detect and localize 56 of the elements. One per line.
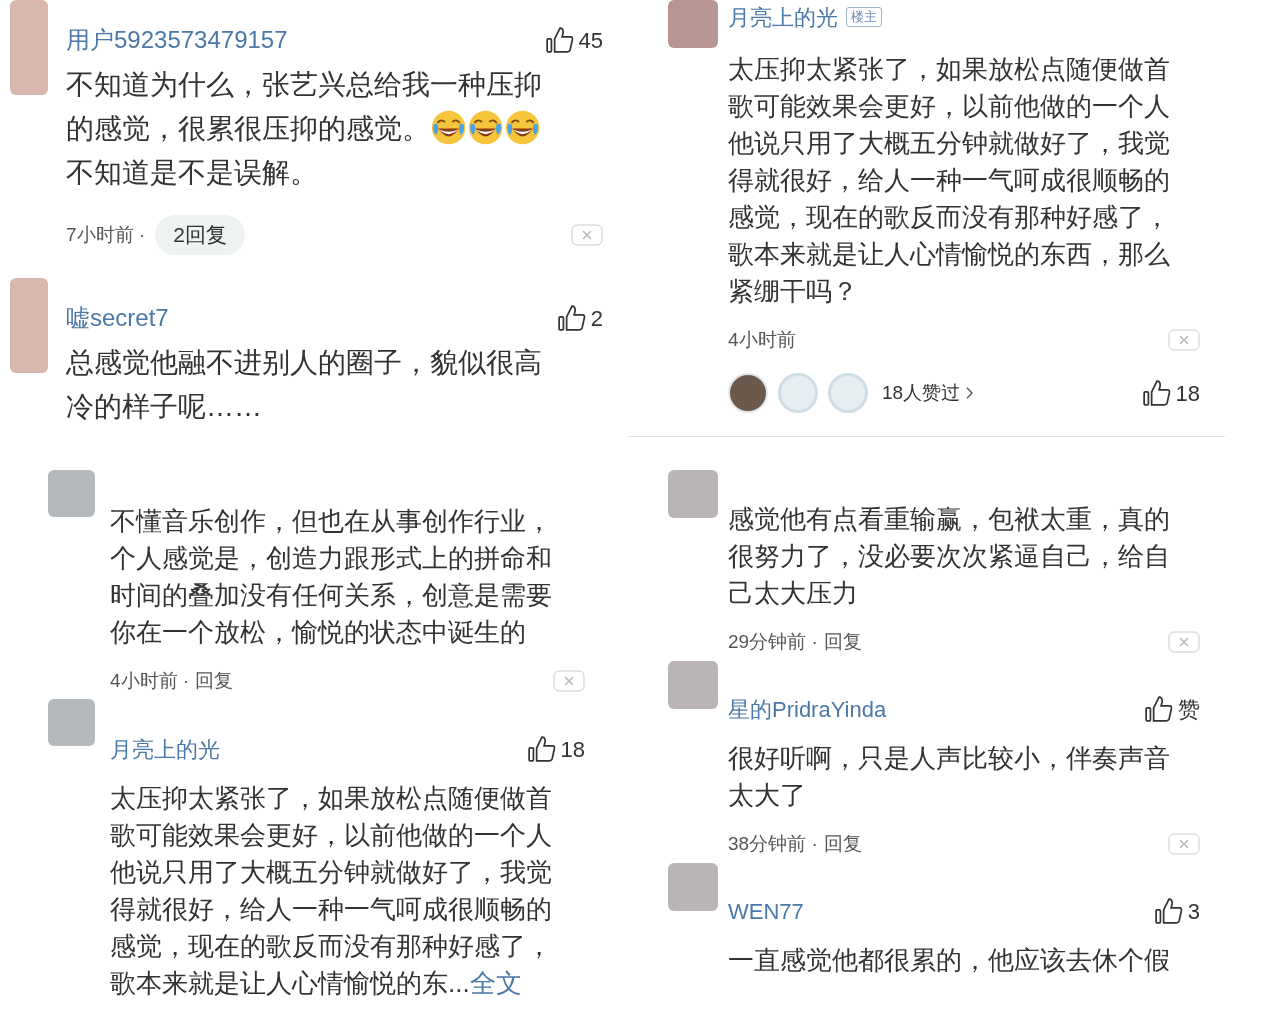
replies-button[interactable]: 2回复	[155, 215, 245, 255]
like-count: 赞	[1178, 695, 1200, 724]
liker-avatar[interactable]	[728, 373, 768, 413]
timestamp: 4小时前 ·	[110, 668, 190, 693]
timestamp: 38分钟前 ·	[728, 831, 818, 856]
like-count: 3	[1187, 897, 1200, 926]
chevron-right-icon[interactable]	[966, 387, 974, 399]
like-count: 2	[590, 304, 603, 333]
comment-text: 感觉他有点看重输赢，包袱太重，真的很努力了，没必要次次紧逼自己，给自己太大压力	[728, 503, 1171, 610]
crying-laughing-emoji-icon	[430, 113, 468, 144]
full-text-link[interactable]: 全文	[469, 968, 522, 998]
avatar[interactable]	[668, 863, 718, 911]
comment-text: 不知道为什么，张艺兴总给我一种压抑的感觉，很累很压抑的感觉。 不知道是不是误解。	[66, 68, 543, 190]
avatar[interactable]	[48, 470, 95, 517]
comment-text: 一直感觉他都很累的，他应该去休个假	[728, 944, 1171, 977]
username[interactable]: WEN77	[728, 894, 804, 928]
close-button[interactable]	[1168, 631, 1200, 653]
liked-by-count[interactable]: 18人赞过	[882, 378, 961, 408]
thumbs-up-icon[interactable]	[526, 734, 557, 764]
close-button[interactable]	[553, 670, 585, 692]
close-button[interactable]	[1168, 329, 1200, 351]
crying-laughing-emoji-icon	[504, 113, 542, 144]
crying-laughing-emoji-icon	[467, 113, 505, 144]
avatar[interactable]	[668, 0, 718, 48]
close-button[interactable]	[1168, 833, 1200, 855]
like-count: 18	[560, 735, 585, 764]
reply-link[interactable]: 回复	[823, 829, 862, 859]
thumbs-up-icon[interactable]	[556, 303, 587, 333]
reply-link[interactable]: 回复	[823, 627, 862, 657]
comment-text: 很好听啊，只是人声比较小，伴奏声音太大了	[728, 742, 1171, 812]
username[interactable]: 月亮上的光	[110, 732, 220, 766]
avatar[interactable]	[668, 470, 718, 518]
avatar[interactable]	[10, 278, 48, 373]
close-button[interactable]	[571, 224, 603, 246]
avatar[interactable]	[10, 0, 48, 95]
thumbs-up-icon[interactable]	[1144, 694, 1174, 724]
reply-link[interactable]: 回复	[195, 666, 234, 696]
comment-text: 太压抑太紧张了，如果放松点随便做首歌可能效果会更好，以前他做的一个人他说只用了大概五分钟就做好了，我觉得就很好，给人一种一气呵成很顺畅的感觉，现在的歌反而没有那种好感了，歌本来就是让人心情愉悦的东西，那么紧绷干吗？	[728, 53, 1171, 308]
thumbs-up-icon[interactable]	[1141, 378, 1172, 408]
username[interactable]: 月亮上的光	[728, 0, 838, 34]
avatar[interactable]	[48, 699, 95, 746]
thumbs-up-icon[interactable]	[1153, 896, 1184, 926]
author-badge: 楼主	[846, 7, 882, 27]
username[interactable]: 用户5923573479157	[66, 22, 288, 58]
username[interactable]: 嘘secret7	[66, 300, 169, 336]
username[interactable]: 星的PridraYinda	[728, 692, 887, 726]
comment-text: 不懂音乐创作，但也在从事创作行业，个人感觉是，创造力跟形式上的拼命和时间的叠加没有任何关系，创意是需要你在一个放松，愉悦的状态中诞生的	[110, 505, 553, 649]
like-count: 18	[1175, 379, 1200, 408]
comment-text: 太压抑太紧张了，如果放松点随便做首歌可能效果会更好，以前他做的一个人他说只用了大概五分钟就做好了，我觉得就很好，给人一种一气呵成很顺畅的感觉，现在的歌反而没有那种好感了，歌本来就是让人心情愉悦的东...全文	[110, 782, 553, 1000]
thumbs-up-icon[interactable]	[544, 25, 575, 55]
comment-text: 总感觉他融不进别人的圈子，貌似很高冷的样子呢……	[66, 346, 543, 424]
avatar[interactable]	[668, 661, 718, 709]
timestamp: 4小时前	[728, 327, 796, 352]
like-count: 45	[578, 26, 603, 55]
timestamp: 29分钟前 ·	[728, 629, 818, 654]
timestamp: 7小时前 ·	[66, 222, 146, 247]
